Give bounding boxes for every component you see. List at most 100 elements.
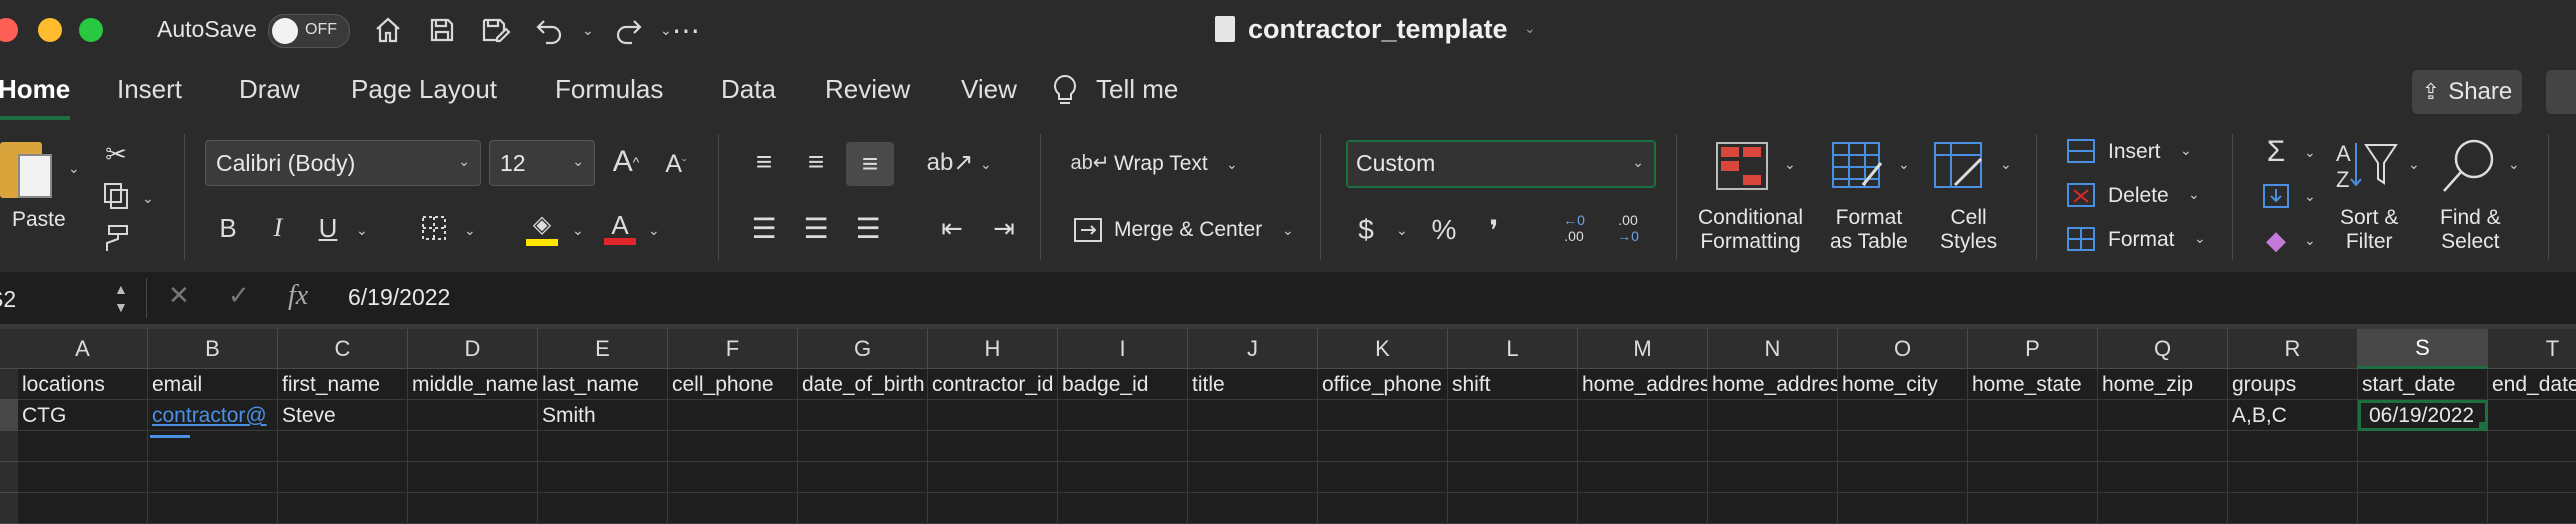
cell-t2[interactable] <box>2488 400 2576 431</box>
align-center-icon[interactable]: ☰ <box>796 208 836 248</box>
format-cells-icon[interactable] <box>2064 222 2098 256</box>
format-cells-button[interactable]: Format <box>2108 228 2175 252</box>
cell-f3[interactable] <box>668 431 798 462</box>
insert-cells-button[interactable]: Insert <box>2108 140 2161 164</box>
save-icon[interactable] <box>424 12 460 48</box>
comments-button[interactable] <box>2546 70 2576 114</box>
cut-icon[interactable]: ✂ <box>98 136 134 172</box>
cancel-icon[interactable]: ✕ <box>168 280 190 311</box>
column-header-k[interactable]: K <box>1318 329 1448 369</box>
cell-o2[interactable] <box>1838 400 1968 431</box>
cell-k1[interactable]: office_phone <box>1318 369 1448 400</box>
cell-i2[interactable] <box>1058 400 1188 431</box>
format-dropdown-icon[interactable]: ⌄ <box>2194 230 2206 247</box>
cell-q3[interactable] <box>2098 431 2228 462</box>
cell-h1[interactable]: contractor_id <box>928 369 1058 400</box>
maximize-window-button[interactable] <box>79 18 103 42</box>
cell-t1[interactable]: end_date <box>2488 369 2576 400</box>
format-as-table-icon[interactable] <box>1828 138 1888 194</box>
cell-n2[interactable] <box>1708 400 1838 431</box>
wrap-text-icon[interactable]: ab↵ <box>1070 142 1110 182</box>
align-left-icon[interactable]: ☰ <box>744 208 784 248</box>
underline-button[interactable]: U <box>310 208 346 248</box>
autosum-icon[interactable]: Σ <box>2258 134 2294 170</box>
font-color-icon[interactable]: A <box>600 206 640 250</box>
wrap-text-button[interactable]: Wrap Text <box>1114 152 1208 176</box>
tab-formulas[interactable]: Formulas <box>555 74 663 105</box>
cell-g5[interactable] <box>798 493 928 524</box>
cell-h3[interactable] <box>928 431 1058 462</box>
cell-s2[interactable]: 06/19/2022 <box>2358 400 2488 431</box>
autosave-toggle[interactable]: OFF <box>268 14 350 48</box>
row-header-4[interactable] <box>0 462 18 493</box>
cell-a3[interactable] <box>18 431 148 462</box>
delete-cells-icon[interactable] <box>2064 178 2098 212</box>
format-painter-icon[interactable] <box>98 220 134 256</box>
undo-dropdown-icon[interactable]: ⌄ <box>582 22 594 39</box>
close-window-button[interactable] <box>0 18 18 42</box>
cell-d1[interactable]: middle_name <box>408 369 538 400</box>
column-header-n[interactable]: N <box>1708 329 1838 369</box>
cell-i5[interactable] <box>1058 493 1188 524</box>
align-top-icon[interactable]: ≡ <box>744 142 784 182</box>
merge-center-dropdown-icon[interactable]: ⌄ <box>1282 222 1294 239</box>
cell-c3[interactable] <box>278 431 408 462</box>
column-header-l[interactable]: L <box>1448 329 1578 369</box>
fill-icon[interactable] <box>2258 178 2294 214</box>
increase-decimal-button[interactable]: ←0.00 <box>1554 208 1594 248</box>
cell-c4[interactable] <box>278 462 408 493</box>
delete-dropdown-icon[interactable]: ⌄ <box>2188 186 2200 203</box>
cell-j3[interactable] <box>1188 431 1318 462</box>
cell-n1[interactable]: home_address <box>1708 369 1838 400</box>
cell-g3[interactable] <box>798 431 928 462</box>
font-color-dropdown-icon[interactable]: ⌄ <box>648 222 660 239</box>
column-header-e[interactable]: E <box>538 329 668 369</box>
cell-k4[interactable] <box>1318 462 1448 493</box>
row-header-2[interactable] <box>0 400 18 431</box>
row-header-5[interactable] <box>0 493 18 524</box>
cell-d3[interactable] <box>408 431 538 462</box>
currency-button[interactable]: $ <box>1350 210 1382 250</box>
cell-f5[interactable] <box>668 493 798 524</box>
copy-dropdown-icon[interactable]: ⌄ <box>142 190 154 207</box>
column-header-r[interactable]: R <box>2228 329 2358 369</box>
cell-m1[interactable]: home_address <box>1578 369 1708 400</box>
cell-o5[interactable] <box>1838 493 1968 524</box>
cell-p1[interactable]: home_state <box>1968 369 2098 400</box>
column-header-c[interactable]: C <box>278 329 408 369</box>
conditional-formatting-label[interactable]: Conditional Formatting <box>1698 206 1803 254</box>
cell-styles-label[interactable]: Cell Styles <box>1940 206 1997 254</box>
cell-h4[interactable] <box>928 462 1058 493</box>
cell-g4[interactable] <box>798 462 928 493</box>
cell-l2[interactable] <box>1448 400 1578 431</box>
column-header-m[interactable]: M <box>1578 329 1708 369</box>
cell-p2[interactable] <box>1968 400 2098 431</box>
cell-f1[interactable]: cell_phone <box>668 369 798 400</box>
paste-label[interactable]: Paste <box>12 208 66 232</box>
tab-view[interactable]: View <box>961 74 1017 105</box>
cell-p5[interactable] <box>1968 493 2098 524</box>
fill-dropdown-icon[interactable]: ⌄ <box>2304 188 2316 205</box>
cell-e3[interactable] <box>538 431 668 462</box>
paste-dropdown-icon[interactable]: ⌄ <box>68 160 80 177</box>
cell-q1[interactable]: home_zip <box>2098 369 2228 400</box>
column-header-i[interactable]: I <box>1058 329 1188 369</box>
fill-color-icon[interactable]: ◈ <box>522 206 562 250</box>
cell-e2[interactable]: Smith <box>538 400 668 431</box>
fill-color-dropdown-icon[interactable]: ⌄ <box>572 222 584 239</box>
comma-button[interactable]: ❜ <box>1478 210 1510 250</box>
cell-m4[interactable] <box>1578 462 1708 493</box>
cell-styles-icon[interactable] <box>1930 138 1990 194</box>
cell-d5[interactable] <box>408 493 538 524</box>
format-as-table-label[interactable]: Format as Table <box>1830 206 1908 254</box>
italic-button[interactable]: I <box>260 208 296 248</box>
bold-button[interactable]: B <box>210 208 246 248</box>
copy-icon[interactable] <box>98 178 134 214</box>
tab-tell-me[interactable]: Tell me <box>1096 74 1178 105</box>
tab-insert[interactable]: Insert <box>117 74 182 105</box>
cell-r2[interactable]: A,B,C <box>2228 400 2358 431</box>
cell-n5[interactable] <box>1708 493 1838 524</box>
number-format-select[interactable]: Custom ⌄ <box>1346 140 1656 188</box>
select-all-corner[interactable] <box>0 329 18 369</box>
cell-q4[interactable] <box>2098 462 2228 493</box>
